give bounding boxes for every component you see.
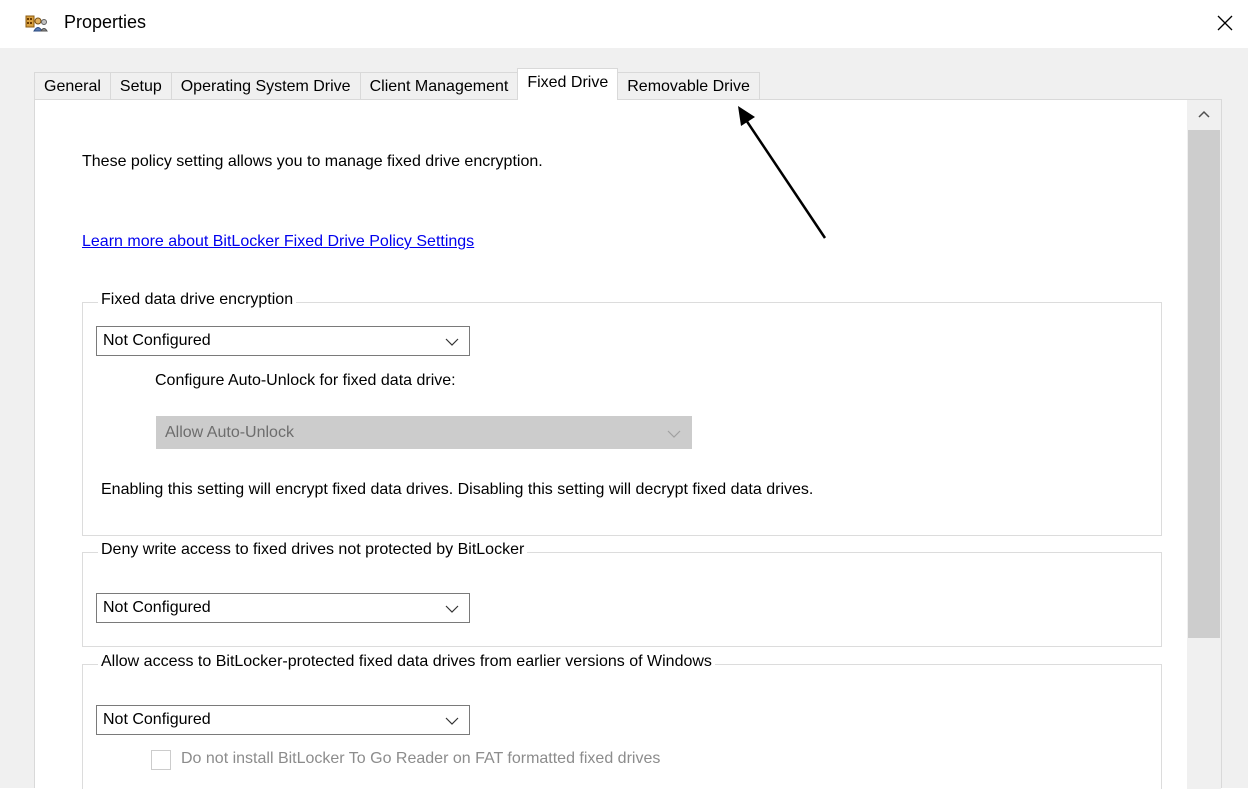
auto-unlock-select-value: Allow Auto-Unlock bbox=[165, 424, 294, 441]
encryption-select[interactable]: Not Configured bbox=[96, 326, 470, 356]
scroll-up-button[interactable] bbox=[1187, 100, 1221, 128]
key-users-icon bbox=[25, 13, 49, 33]
vertical-scrollbar[interactable] bbox=[1187, 100, 1221, 789]
chevron-up-icon bbox=[1198, 110, 1210, 118]
intro-text: These policy setting allows you to manag… bbox=[82, 153, 543, 170]
window-title: Properties bbox=[64, 12, 147, 32]
scroll-content: These policy setting allows you to manag… bbox=[35, 100, 1187, 789]
scroll-thumb[interactable] bbox=[1188, 130, 1220, 638]
allow-access-select[interactable]: Not Configured bbox=[96, 705, 470, 735]
title-bar: Properties bbox=[0, 0, 1248, 48]
group-title-deny-write: Deny write access to fixed drives not pr… bbox=[98, 541, 528, 559]
group-allow-access-earlier-windows: Allow access to BitLocker-protected fixe… bbox=[82, 653, 1162, 789]
tab-setup[interactable]: Setup bbox=[109, 72, 172, 100]
tab-operating-system-drive[interactable]: Operating System Drive bbox=[170, 72, 361, 100]
group-title-allow-access: Allow access to BitLocker-protected fixe… bbox=[98, 653, 715, 671]
tab-removable-drive[interactable]: Removable Drive bbox=[617, 72, 760, 100]
fat-reader-checkbox[interactable] bbox=[151, 750, 171, 770]
tab-client-management[interactable]: Client Management bbox=[359, 72, 519, 100]
encryption-description: Enabling this setting will encrypt fixed… bbox=[101, 481, 814, 498]
chevron-down-icon bbox=[667, 430, 681, 438]
deny-write-select-value: Not Configured bbox=[103, 599, 211, 616]
properties-window: Properties General Setup Operating Syste… bbox=[0, 0, 1248, 789]
tab-strip: General Setup Operating System Drive Cli… bbox=[34, 68, 760, 100]
chevron-down-icon bbox=[445, 338, 459, 346]
chevron-down-icon bbox=[445, 605, 459, 613]
group-deny-write-access: Deny write access to fixed drives not pr… bbox=[82, 541, 1162, 647]
fat-reader-checkbox-label: Do not install BitLocker To Go Reader on… bbox=[181, 750, 661, 767]
allow-access-select-value: Not Configured bbox=[103, 711, 211, 728]
encryption-select-value: Not Configured bbox=[103, 332, 211, 349]
group-fixed-data-drive-encryption: Fixed data drive encryption Not Configur… bbox=[82, 291, 1162, 536]
learn-more-link[interactable]: Learn more about BitLocker Fixed Drive P… bbox=[82, 233, 474, 251]
deny-write-select[interactable]: Not Configured bbox=[96, 593, 470, 623]
auto-unlock-label: Configure Auto-Unlock for fixed data dri… bbox=[155, 372, 456, 389]
tab-fixed-drive[interactable]: Fixed Drive bbox=[517, 68, 619, 100]
auto-unlock-select: Allow Auto-Unlock bbox=[156, 416, 692, 449]
fixed-drive-panel: These policy setting allows you to manag… bbox=[34, 99, 1222, 789]
chevron-down-icon bbox=[445, 717, 459, 725]
close-icon bbox=[1217, 15, 1233, 31]
tab-general[interactable]: General bbox=[34, 72, 111, 100]
group-title-encryption: Fixed data drive encryption bbox=[98, 291, 297, 309]
close-button[interactable] bbox=[1202, 0, 1248, 46]
